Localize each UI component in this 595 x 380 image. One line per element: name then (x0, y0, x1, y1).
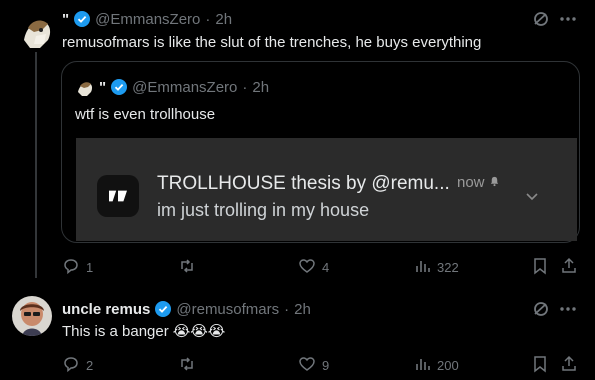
verified-badge-icon (74, 11, 91, 27)
more-options-icon[interactable] (558, 300, 578, 318)
views-button[interactable]: 200 (413, 355, 459, 376)
heart-icon (298, 257, 316, 278)
post-text: remusofmars is like the slut of the tren… (62, 34, 482, 51)
like-count: 9 (322, 358, 330, 373)
repost-icon (178, 355, 196, 376)
display-name[interactable]: uncle remus (62, 301, 150, 318)
view-count: 200 (437, 358, 459, 373)
reply-icon (62, 257, 80, 278)
share-icon[interactable] (560, 257, 578, 275)
separator: · (205, 10, 211, 28)
grok-icon[interactable] (531, 9, 551, 29)
notification-time: now (457, 174, 500, 191)
more-options-icon[interactable] (558, 10, 578, 28)
quote-timestamp: 2h (252, 78, 270, 96)
separator: · (284, 300, 290, 318)
quote-display-name: " (99, 78, 107, 96)
handle[interactable]: @remusofmars (176, 301, 279, 318)
verified-badge-icon (155, 301, 172, 317)
timestamp[interactable]: 2h (215, 11, 232, 28)
post-header: uncle remus @remusofmars · 2h (62, 300, 311, 318)
view-count: 322 (437, 260, 459, 275)
repost-button[interactable] (178, 257, 196, 278)
quote-verified-badge-icon (111, 79, 128, 95)
grok-icon[interactable] (531, 299, 551, 319)
notification-time-label: now (457, 174, 485, 191)
share-icon[interactable] (560, 355, 578, 373)
like-button[interactable]: 9 (298, 355, 329, 376)
bookmark-icon[interactable] (531, 257, 549, 275)
reply-icon (62, 355, 80, 376)
repost-icon (178, 257, 196, 278)
post-text-content: This is a banger (62, 322, 169, 340)
views-button[interactable]: 322 (413, 257, 459, 278)
handle[interactable]: @EmmansZero (95, 11, 200, 28)
like-button[interactable]: 4 (298, 257, 329, 278)
post-header: " @EmmansZero · 2h (62, 10, 232, 28)
display-name[interactable]: " (62, 11, 69, 28)
quote-header: " @EmmansZero · 2h (99, 78, 269, 96)
bookmark-icon[interactable] (531, 355, 549, 373)
notification-body: im just trolling in my house (157, 200, 370, 220)
app-logo-icon (97, 175, 139, 217)
bell-icon (489, 174, 500, 191)
thread-line (35, 52, 37, 278)
post-text: This is a banger 😭😭😭 (62, 322, 226, 341)
repost-button[interactable] (178, 355, 196, 376)
reply-button[interactable]: 1 (62, 257, 93, 278)
timestamp[interactable]: 2h (294, 301, 311, 318)
quote-handle: @EmmansZero (132, 78, 238, 96)
notification-title: TROLLHOUSE thesis by @remu... (157, 173, 450, 194)
avatar[interactable] (16, 10, 56, 50)
chevron-down-icon[interactable] (525, 189, 539, 201)
quote-separator: · (242, 78, 248, 96)
quote-text: wtf is even trollhouse (75, 106, 216, 123)
reply-count: 1 (86, 260, 94, 275)
quote-avatar (75, 77, 95, 97)
analytics-icon (413, 257, 431, 278)
avatar[interactable] (12, 296, 52, 336)
heart-icon (298, 355, 316, 376)
emoji-crying-faces: 😭😭😭 (172, 323, 226, 340)
reply-count: 2 (86, 358, 94, 373)
reply-button[interactable]: 2 (62, 355, 93, 376)
analytics-icon (413, 355, 431, 376)
like-count: 4 (322, 260, 330, 275)
